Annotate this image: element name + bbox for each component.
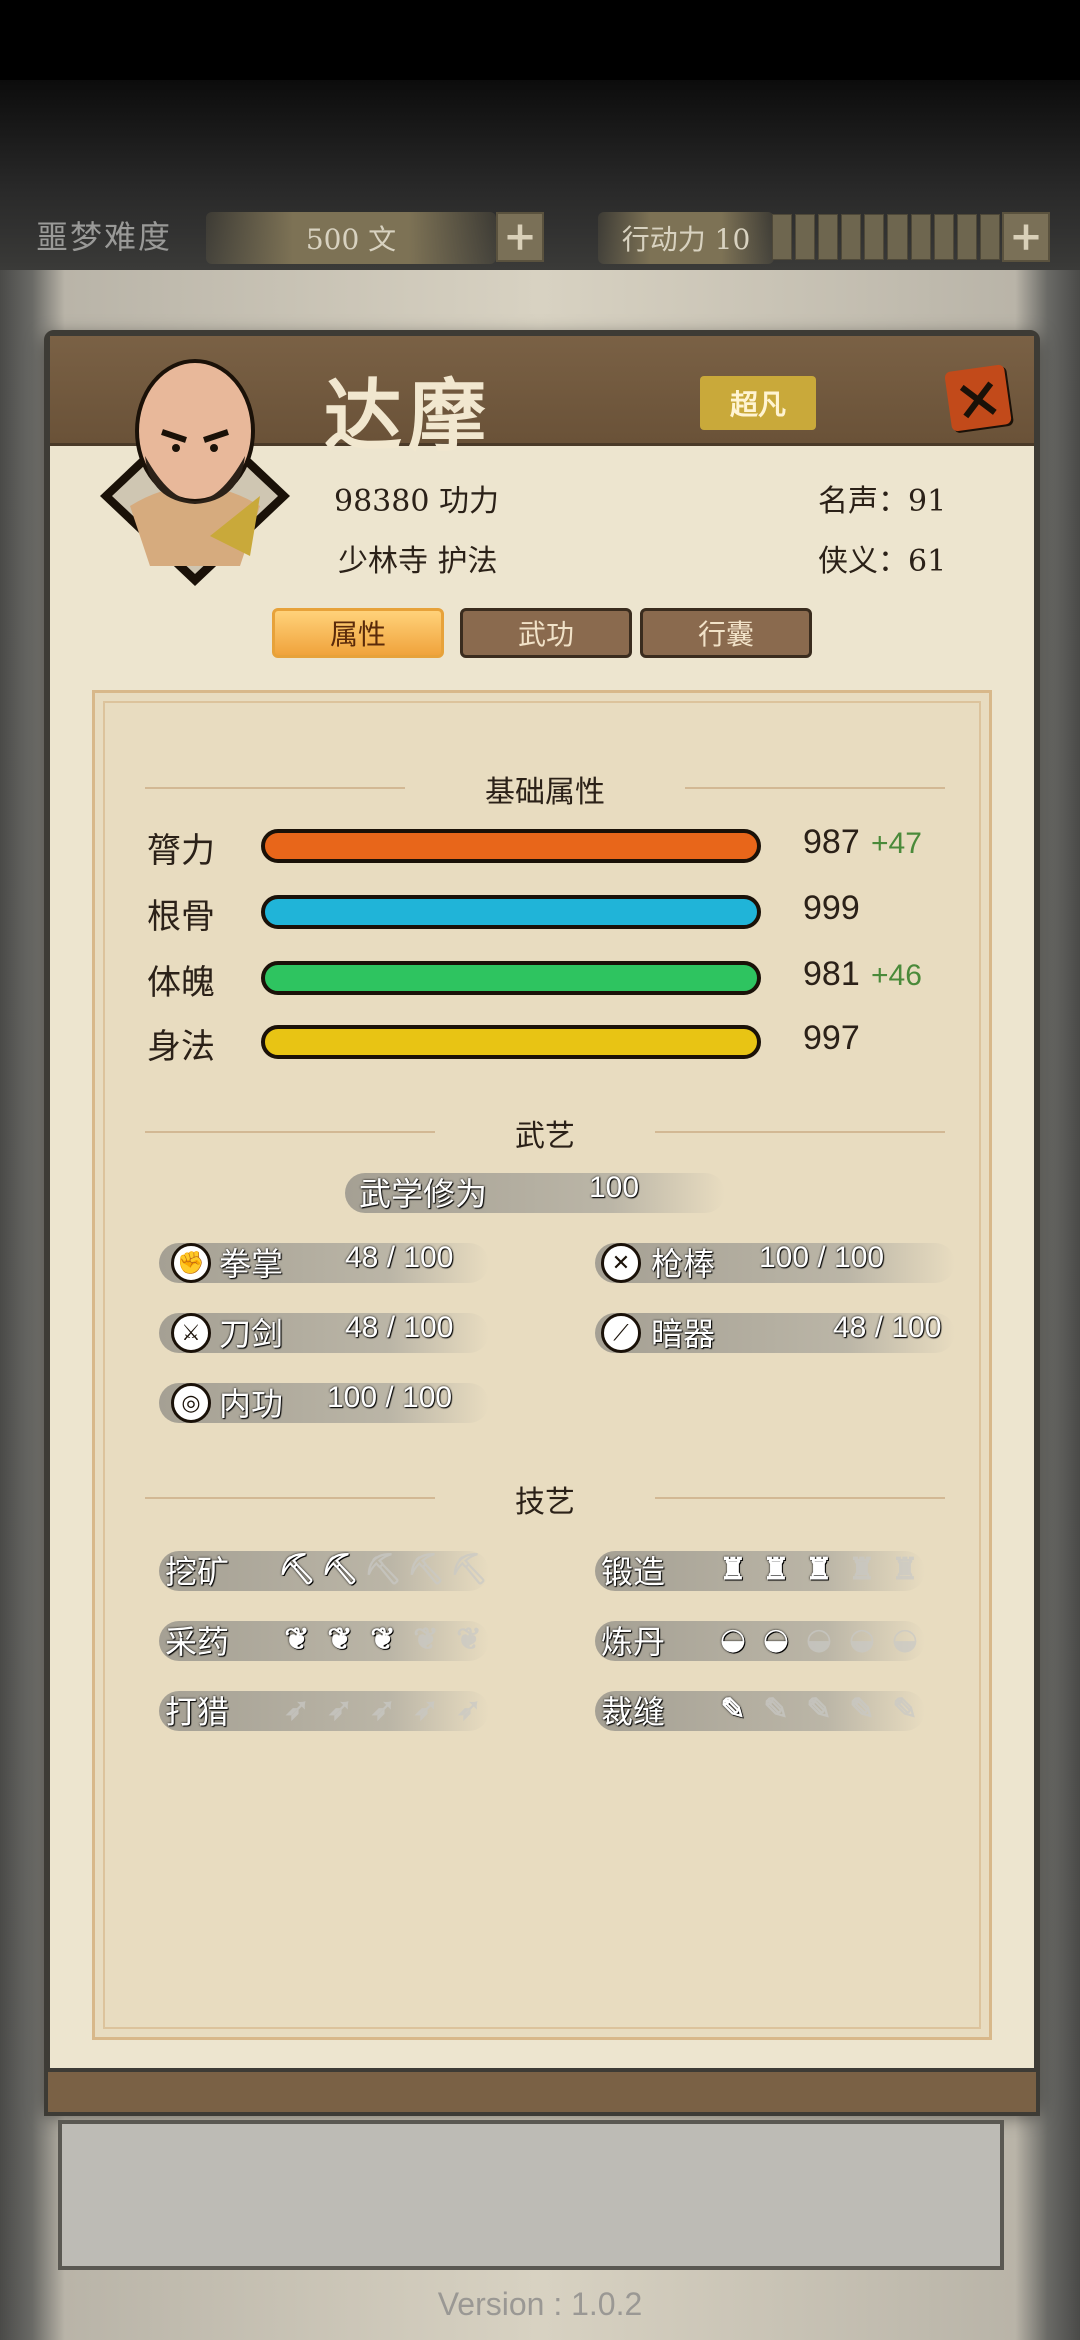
close-button[interactable]: × [944,360,1012,436]
herb-icon: ❦ [456,1621,482,1657]
bow-icon: ➶ [413,1691,439,1727]
add-money-button[interactable]: + [496,212,544,262]
herb-icon: ❦ [284,1621,310,1657]
pickaxe-icon: ⛏ [277,1551,317,1587]
skill-value: 48 / 100 [345,1241,454,1274]
panel-footer-bar [44,2068,1040,2116]
stat-bar-physique [261,961,761,995]
chivalry-text: 侠义：61 [818,544,947,579]
bow-icon: ➶ [327,1691,353,1727]
craft-label: 裁缝 [601,1693,666,1731]
attributes-board: 基础属性 膂力 987 +47 根骨 999 体魄 981 +46 身法 997… [92,690,992,2040]
stat-label: 膂力 [147,831,215,871]
herb-icon: ❦ [370,1621,396,1657]
pickaxe-icon: ⛏ [406,1551,446,1587]
stat-label: 体魄 [147,963,215,1003]
needle-icon: ✎ [892,1691,918,1727]
tab-attributes[interactable]: 属性 [272,608,444,658]
mortar-icon: ◒ [891,1621,919,1657]
faction-text: 少林寺 护法 [338,544,498,579]
message-box [58,2120,1004,2270]
skill-value: 100 / 100 [759,1241,885,1274]
mortar-icon: ◒ [762,1621,790,1657]
needle-icon: ✎ [806,1691,832,1727]
stat-bonus: +46 [871,959,922,992]
skill-value: 100 / 100 [327,1381,453,1414]
herb-icon: ❦ [413,1621,439,1657]
plus-icon: + [1009,213,1043,260]
rarity-badge: 超凡 [700,376,816,430]
skill-label: 枪棒 [651,1245,716,1283]
skill-value: 48 / 100 [345,1311,454,1344]
anvil-icon: ♜ [848,1551,876,1587]
skill-label: 拳掌 [219,1245,284,1283]
add-stamina-button[interactable]: + [1002,212,1050,262]
mortar-icon: ◒ [719,1621,747,1657]
tab-martial-arts[interactable]: 武功 [460,608,632,658]
stamina-bar [772,214,1000,260]
tab-inventory[interactable]: 行囊 [640,608,812,658]
mastery-label: 武学修为 [359,1175,488,1213]
skill-label: 暗器 [651,1315,716,1353]
character-panel: 达摩 超凡 × 98380 功力 少林寺 护法 名声：91 侠义：61 属性 武… [44,330,1040,2110]
skill-value: 48 / 100 [833,1311,942,1344]
dart-icon: ⟋ [601,1313,641,1353]
stat-label: 根骨 [147,897,215,937]
power-text: 98380 功力 [334,484,499,519]
craft-label: 锻造 [601,1553,666,1591]
herb-icon: ❦ [327,1621,353,1657]
stat-label: 身法 [147,1027,215,1067]
mastery-value: 100 [589,1171,640,1204]
mortar-icon: ◒ [848,1621,876,1657]
avatar [100,359,290,586]
stamina-label: 行动力 10 [598,212,774,264]
section-base-title: 基础属性 [485,775,605,810]
craft-label: 采药 [165,1623,230,1661]
stat-value: 981 [803,955,860,993]
skill-label: 刀剑 [219,1315,284,1353]
version-text: Version : 1.0.2 [437,2286,643,2322]
stat-value: 999 [803,889,860,927]
bow-icon: ➶ [370,1691,396,1727]
stat-bar-agility [261,1025,761,1059]
section-martial-title: 武艺 [515,1119,575,1154]
stat-value: 997 [803,1019,860,1057]
pickaxe-icon: ⛏ [363,1551,403,1587]
internal-icon: ◎ [171,1383,211,1423]
status-bar-area [0,0,1080,80]
sword-icon: ⚔ [171,1313,211,1353]
fame-text: 名声：91 [818,484,947,519]
needle-icon: ✎ [720,1691,746,1727]
money-display: 500 文 [206,212,496,264]
plus-icon: + [503,213,537,260]
stat-value: 987 [803,823,860,861]
pickaxe-icon: ⛏ [449,1551,489,1587]
section-craft-title: 技艺 [515,1485,575,1520]
mortar-icon: ◒ [805,1621,833,1657]
skill-label: 内功 [219,1385,284,1423]
bow-icon: ➶ [284,1691,310,1727]
craft-label: 炼丹 [601,1623,666,1661]
needle-icon: ✎ [763,1691,789,1727]
close-icon: × [949,360,1007,436]
needle-icon: ✎ [849,1691,875,1727]
stat-bar-strength [261,829,761,863]
spear-icon: ✕ [601,1243,641,1283]
anvil-icon: ♜ [891,1551,919,1587]
pickaxe-icon: ⛏ [320,1551,360,1587]
craft-label: 挖矿 [165,1553,230,1591]
fist-icon: ✊ [171,1243,211,1283]
stat-bonus: +47 [871,827,922,860]
craft-label: 打猎 [165,1693,230,1731]
anvil-icon: ♜ [762,1551,790,1587]
character-name: 达摩 [324,371,493,462]
anvil-icon: ♜ [805,1551,833,1587]
anvil-icon: ♜ [719,1551,747,1587]
stat-bar-bone [261,895,761,929]
bow-icon: ➶ [456,1691,482,1727]
difficulty-label: 噩梦难度 [36,218,173,256]
